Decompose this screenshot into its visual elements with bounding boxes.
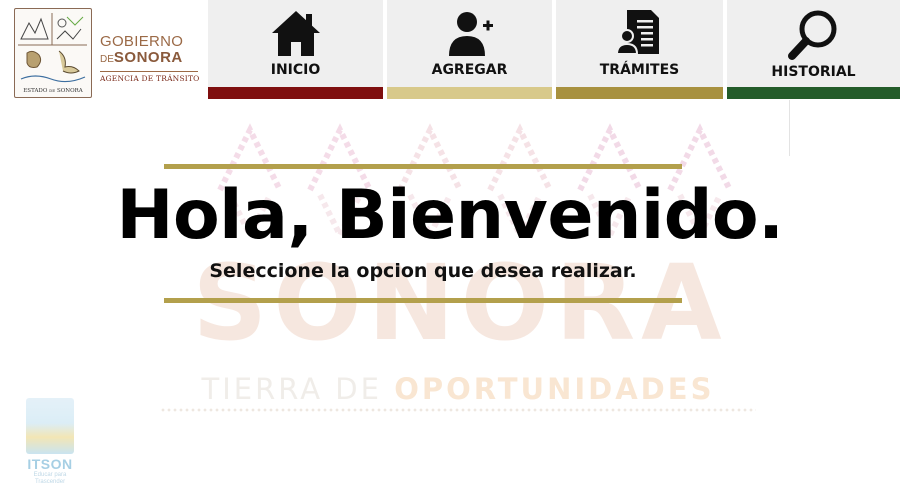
itson-logo: ITSON Educar para Trascender xyxy=(24,398,76,496)
background-dotted-line xyxy=(160,408,756,412)
seal-emblem-icon xyxy=(18,13,87,83)
nav-historial-accent-bar xyxy=(727,87,900,99)
nav-historial-label: HISTORIAL xyxy=(771,64,856,80)
nav-historial-button[interactable]: HISTORIAL xyxy=(727,0,900,99)
hero-bottom-rule xyxy=(164,298,682,303)
add-user-icon xyxy=(448,12,493,56)
agency-name: AGENCIA DE TRÁNSITO xyxy=(100,74,200,83)
nav-inicio-button[interactable]: INICIO xyxy=(208,0,383,99)
nav-tramites-button[interactable]: TRÁMITES xyxy=(556,0,723,99)
itson-name: ITSON xyxy=(27,456,73,472)
seal-caption: ESTADO DE SONORA xyxy=(23,88,83,94)
de-sonora-text: DESONORA xyxy=(100,49,183,66)
welcome-subtitle: Seleccione la opcion que desea realizar. xyxy=(209,260,637,282)
background-tagline: TIERRA DE OPORTUNIDADES xyxy=(201,372,715,406)
header-edge-line xyxy=(789,100,790,156)
home-icon xyxy=(271,11,320,56)
nav-agregar-button[interactable]: AGREGAR xyxy=(387,0,552,99)
nav-inicio-accent-bar xyxy=(208,87,383,99)
nav-inicio-label: INICIO xyxy=(270,62,321,78)
nav-agregar-label: AGREGAR xyxy=(431,62,508,78)
nav-agregar-accent-bar xyxy=(387,87,552,99)
itson-motto-2: Trascender xyxy=(34,479,66,485)
gobierno-text: GOBIERNO xyxy=(100,33,184,50)
itson-motto-1: Educar para xyxy=(33,472,67,478)
document-user-icon xyxy=(616,10,659,55)
itson-emblem-icon xyxy=(26,398,74,454)
logo-divider xyxy=(100,71,198,72)
search-icon xyxy=(787,10,836,60)
main-nav: INICIO AGREGAR TRÁMITES HISTORIAL xyxy=(208,0,900,100)
logo-wordmark: GOBIERNO DESONORA AGENCIA DE TRÁNSITO xyxy=(100,34,200,83)
nav-tramites-label: TRÁMITES xyxy=(599,62,680,78)
hero-top-rule xyxy=(164,164,682,169)
agency-logo: ESTADO DE SONORA GOBIERNO DESONORA AGENC… xyxy=(12,8,208,100)
state-seal: ESTADO DE SONORA xyxy=(14,8,92,98)
welcome-title: Hola, Bienvenido. xyxy=(116,176,784,255)
nav-tramites-accent-bar xyxy=(556,87,723,99)
